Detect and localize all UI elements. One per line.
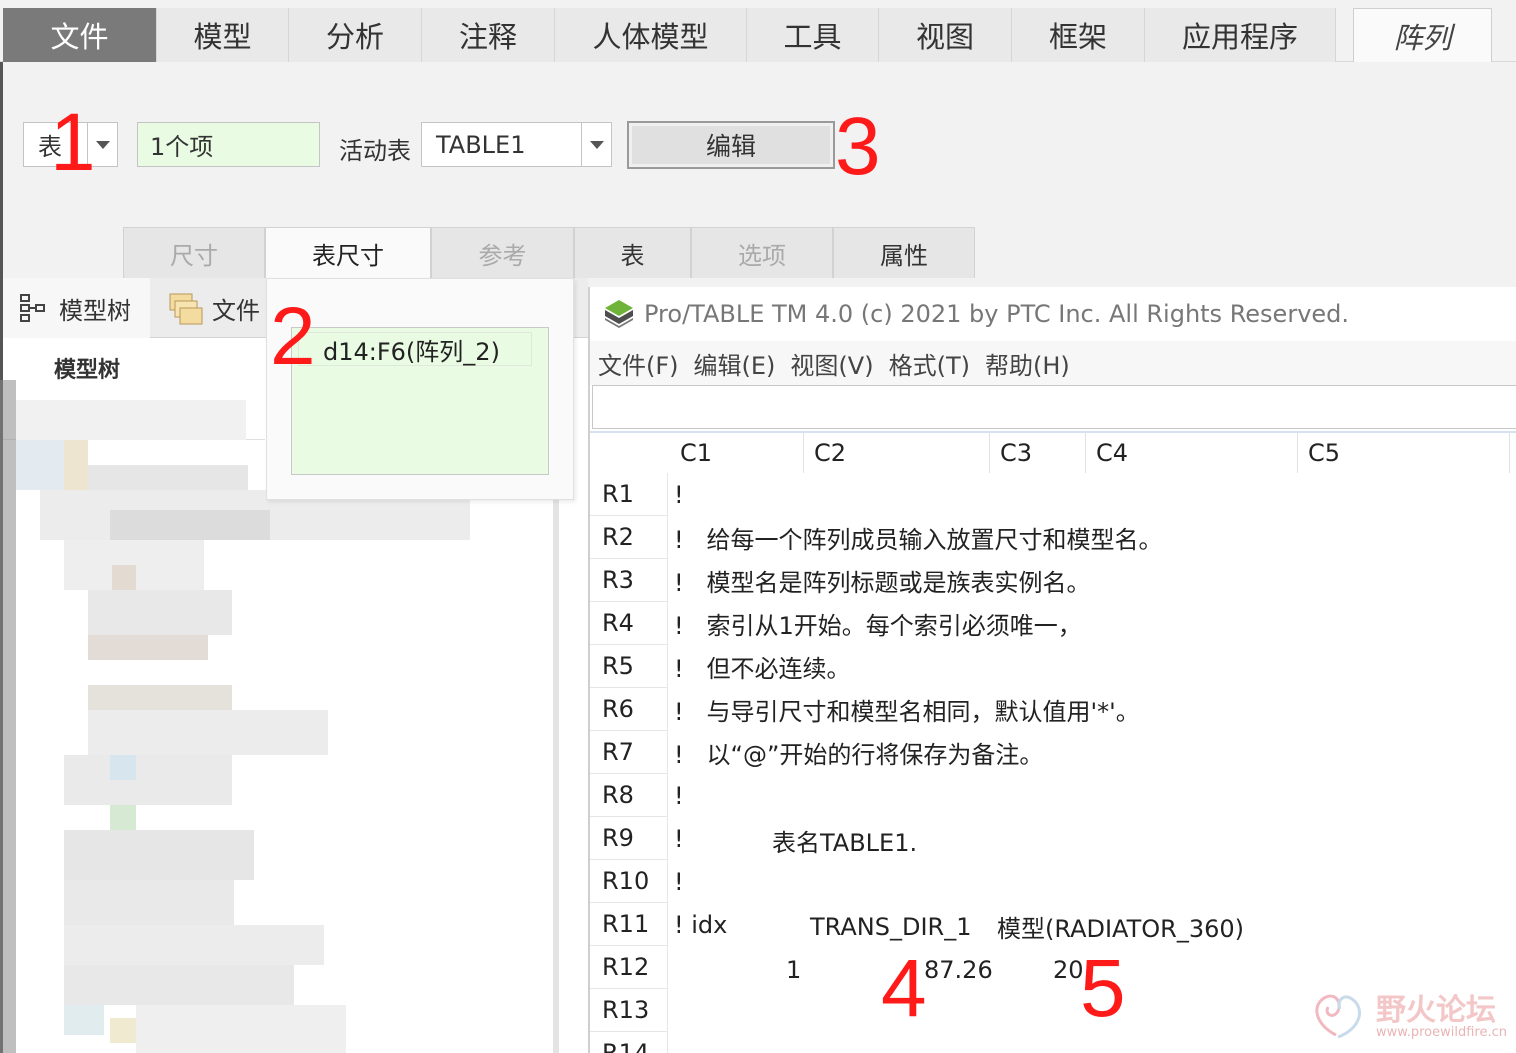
menu-file[interactable]: 文件(F) bbox=[598, 346, 679, 381]
cell-r9-table-name[interactable]: 表名TABLE1. bbox=[772, 819, 917, 862]
forum-watermark: 野火论坛 www.proewildfire.cn bbox=[1306, 985, 1507, 1045]
tab-manikin[interactable]: 人体模型 bbox=[555, 8, 747, 62]
row-text-cell[interactable]: ! 但不必连续。 bbox=[674, 645, 851, 688]
annotation-2: 2 bbox=[270, 291, 316, 382]
subtab-properties[interactable]: 属性 bbox=[833, 227, 975, 278]
cell-edit-line[interactable] bbox=[592, 385, 1516, 429]
protable-menubar: 文件(F) 编辑(E) 视图(V) 格式(T) 帮助(H) bbox=[590, 341, 1516, 385]
column-header-c4[interactable]: C4 bbox=[1086, 433, 1298, 473]
watermark-logo-icon bbox=[1315, 994, 1362, 1039]
subtab-options[interactable]: 选项 bbox=[691, 227, 833, 278]
subtab-tables[interactable]: 表 bbox=[574, 227, 691, 278]
row-text-cell[interactable]: ! idx bbox=[674, 903, 727, 946]
tab-model-tree[interactable]: 模型树 bbox=[3, 278, 150, 338]
row-text-cell[interactable]: ! 以“@”开始的行将保存为备注。 bbox=[674, 731, 1043, 774]
spreadsheet-grid[interactable]: C1 C2 C3 C4 C5 R1! R2! 给每一个阵列成员输入放置尺寸和模型名… bbox=[590, 431, 1516, 1053]
row-text-cell[interactable]: ! bbox=[674, 473, 684, 516]
row-header[interactable]: R7 bbox=[590, 731, 668, 774]
protable-title-bar: Pro/TABLE TM 4.0 (c) 2021 by PTC Inc. Al… bbox=[590, 287, 1516, 341]
subtab-table-dimensions[interactable]: 表尺寸 bbox=[265, 227, 431, 278]
menu-edit[interactable]: 编辑(E) bbox=[694, 346, 776, 381]
cell-r12-c3[interactable]: 20 bbox=[1053, 948, 1084, 991]
watermark-url: www.proewildfire.cn bbox=[1376, 1025, 1507, 1040]
ribbon-tab-bar: 文件 模型 分析 注释 人体模型 工具 视图 框架 应用程序 阵列 bbox=[0, 0, 1516, 62]
tab-analysis[interactable]: 分析 bbox=[289, 8, 422, 62]
row-header[interactable]: R4 bbox=[590, 602, 668, 645]
column-header-c2[interactable]: C2 bbox=[804, 433, 990, 473]
row-text-cell[interactable]: ! bbox=[674, 817, 684, 860]
annotation-4: 4 bbox=[881, 943, 927, 1034]
row-text-cell[interactable]: ! bbox=[674, 860, 684, 903]
ptc-logo-icon bbox=[605, 300, 633, 328]
subtab-references[interactable]: 参考 bbox=[431, 227, 574, 278]
row-header[interactable]: R5 bbox=[590, 645, 668, 688]
column-header-c5[interactable]: C5 bbox=[1298, 433, 1510, 473]
tab-applications[interactable]: 应用程序 bbox=[1145, 8, 1336, 62]
menu-help[interactable]: 帮助(H) bbox=[985, 346, 1070, 381]
row-header[interactable]: R3 bbox=[590, 559, 668, 602]
tab-files[interactable]: 文件 bbox=[152, 278, 272, 338]
row-header[interactable]: R14 bbox=[590, 1032, 668, 1053]
table-dimensions-list[interactable]: d14:F6(阵列_2) bbox=[291, 327, 549, 475]
row-header[interactable]: R6 bbox=[590, 688, 668, 731]
column-header-c3[interactable]: C3 bbox=[990, 433, 1086, 473]
tab-model-tree-label: 模型树 bbox=[59, 296, 131, 325]
tab-files-label: 文件 bbox=[212, 296, 260, 325]
protable-title: Pro/TABLE TM 4.0 (c) 2021 by PTC Inc. Al… bbox=[644, 300, 1350, 328]
row-header[interactable]: R8 bbox=[590, 774, 668, 817]
row-header[interactable]: R12 bbox=[590, 946, 668, 989]
row-header[interactable]: R9 bbox=[590, 817, 668, 860]
menu-format[interactable]: 格式(T) bbox=[889, 346, 970, 381]
row-text-cell[interactable]: ! 与导引尺寸和模型名相同，默认值用'*'。 bbox=[674, 688, 1140, 731]
row-header[interactable]: R13 bbox=[590, 989, 668, 1032]
tab-framework[interactable]: 框架 bbox=[1012, 8, 1145, 62]
row-header[interactable]: R11 bbox=[590, 903, 668, 946]
panel-scrollbar[interactable] bbox=[553, 500, 559, 1053]
menu-view[interactable]: 视图(V) bbox=[790, 346, 873, 381]
column-header-c1[interactable]: C1 bbox=[670, 433, 804, 473]
annotation-5: 5 bbox=[1080, 943, 1126, 1034]
tab-view[interactable]: 视图 bbox=[879, 8, 1012, 62]
annotation-3: 3 bbox=[835, 101, 881, 192]
row-text-cell[interactable]: ! bbox=[674, 774, 684, 817]
items-collector-field[interactable]: 1个项 bbox=[137, 122, 320, 167]
tab-model[interactable]: 模型 bbox=[157, 8, 289, 62]
watermark-title: 野火论坛 bbox=[1376, 993, 1496, 1028]
row-header[interactable]: R1 bbox=[590, 473, 668, 516]
cell-r11-c2[interactable]: TRANS_DIR_1 bbox=[810, 905, 971, 948]
tab-tools[interactable]: 工具 bbox=[747, 8, 879, 62]
row-text-cell[interactable]: ! 给每一个阵列成员输入放置尺寸和模型名。 bbox=[674, 516, 1163, 559]
folder-icon bbox=[169, 293, 203, 325]
list-item[interactable]: d14:F6(阵列_2) bbox=[298, 332, 532, 366]
tab-file[interactable]: 文件 bbox=[3, 8, 157, 62]
annotation-1: 1 bbox=[50, 97, 96, 188]
chevron-down-icon[interactable] bbox=[581, 123, 611, 166]
tab-pattern[interactable]: 阵列 bbox=[1353, 8, 1492, 62]
cell-r12-c1[interactable]: 1 bbox=[786, 948, 801, 991]
cell-r12-c2[interactable]: 87.26 bbox=[924, 948, 993, 991]
active-table-value: TABLE1 bbox=[436, 130, 526, 159]
tab-annotate[interactable]: 注释 bbox=[422, 8, 555, 62]
subtab-dimensions[interactable]: 尺寸 bbox=[123, 227, 265, 278]
edit-button[interactable]: 编辑 bbox=[627, 121, 835, 169]
protable-window: Pro/TABLE TM 4.0 (c) 2021 by PTC Inc. Al… bbox=[588, 287, 1516, 1053]
items-collector-value: 1个项 bbox=[150, 133, 214, 161]
active-table-label: 活动表 bbox=[339, 137, 411, 165]
active-table-dropdown[interactable]: TABLE1 bbox=[421, 122, 612, 167]
row-header[interactable]: R10 bbox=[590, 860, 668, 903]
row-text-cell[interactable]: ! 模型名是阵列标题或是族表实例名。 bbox=[674, 559, 1091, 602]
model-tree-icon bbox=[20, 294, 45, 322]
row-text-cell[interactable]: ! 索引从1开始。每个索引必须唯一， bbox=[674, 602, 1082, 645]
cell-r11-c3[interactable]: 模型(RADIATOR_360) bbox=[997, 905, 1244, 948]
row-header[interactable]: R2 bbox=[590, 516, 668, 559]
